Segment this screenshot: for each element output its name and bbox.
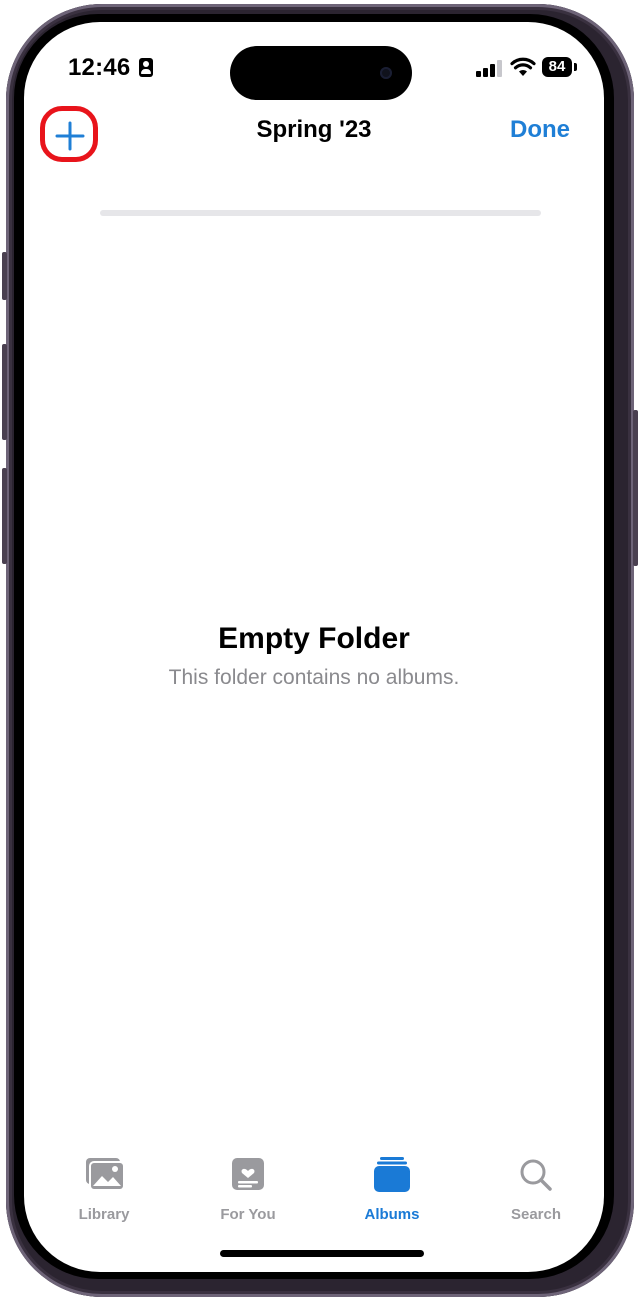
page: 12:46 84 Spring '23 Done Empty Folder Th… [0, 0, 642, 1301]
side-button-power [633, 410, 638, 566]
empty-state-subtitle: This folder contains no albums. [168, 666, 460, 689]
camera-icon [380, 67, 392, 79]
status-time: 12:46 [68, 54, 131, 81]
contact-card-icon [139, 58, 153, 77]
battery-nub [574, 63, 577, 71]
dynamic-island [230, 46, 412, 100]
search-icon [520, 1159, 552, 1191]
albums-icon [374, 1157, 410, 1192]
tab-albums[interactable]: Albums [332, 1156, 452, 1226]
plus-icon[interactable] [48, 114, 92, 158]
tab-label-albums: Albums [364, 1206, 420, 1223]
screen: 12:46 84 Spring '23 Done Empty Folder Th… [24, 22, 604, 1272]
battery-indicator: 84 [542, 57, 572, 77]
wifi-icon [510, 57, 536, 76]
side-button-volume-up [2, 344, 7, 440]
tab-search[interactable]: Search [476, 1156, 596, 1226]
tab-library[interactable]: Library [44, 1156, 164, 1226]
home-indicator [220, 1250, 424, 1257]
cellular-signal-icon [476, 60, 502, 77]
tab-label-for-you: For You [220, 1206, 276, 1223]
for-you-icon [232, 1158, 264, 1190]
side-button-action [2, 252, 7, 300]
tab-label-library: Library [78, 1206, 130, 1223]
tab-for-you[interactable]: For You [188, 1156, 308, 1226]
page-title: Spring '23 [256, 116, 372, 143]
empty-state-title: Empty Folder [218, 622, 410, 655]
done-button[interactable]: Done [510, 116, 570, 144]
progress-bar [100, 210, 541, 216]
tab-label-search: Search [510, 1206, 562, 1223]
photo-library-icon [86, 1158, 125, 1191]
side-button-volume-down [2, 468, 7, 564]
